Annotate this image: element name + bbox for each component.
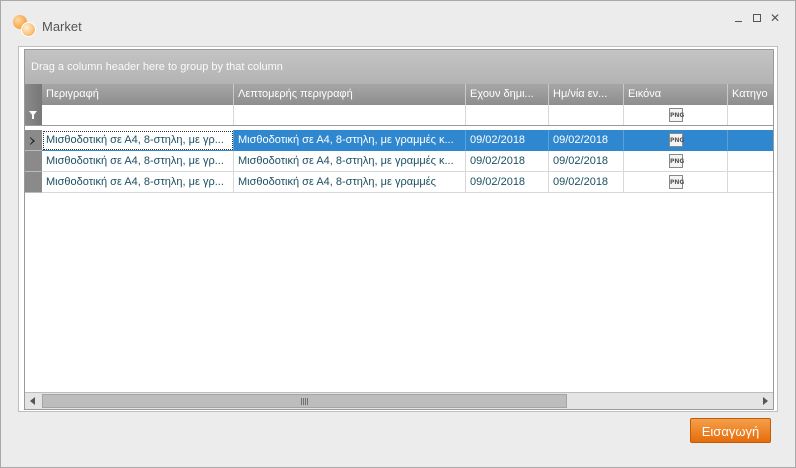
window-title: Market xyxy=(42,19,82,34)
cell-image[interactable]: PNG xyxy=(624,151,728,172)
column-header-category[interactable]: Κατηγο xyxy=(728,84,773,105)
cell-created[interactable]: 09/02/2018 xyxy=(466,151,549,172)
horizontal-scrollbar[interactable] xyxy=(25,392,773,409)
column-header-image[interactable]: Εικόνα xyxy=(624,84,728,105)
current-row-arrow-icon xyxy=(30,137,35,145)
row-indicator[interactable] xyxy=(25,130,42,151)
cell-created[interactable]: 09/02/2018 xyxy=(466,130,549,151)
filter-indicator xyxy=(25,105,42,125)
cell-detailed-description[interactable]: Μισθοδοτική σε Α4, 8-στηλη, με γραμμές κ… xyxy=(234,151,466,172)
filter-cell-detailed-description[interactable] xyxy=(234,105,466,125)
cell-created[interactable]: 09/02/2018 xyxy=(466,172,549,193)
cell-detailed-description[interactable]: Μισθοδοτική σε Α4, 8-στηλη, με γραμμές κ… xyxy=(234,130,466,151)
arrow-right-icon xyxy=(763,397,768,405)
filter-row: PNG xyxy=(25,105,773,126)
minimize-icon[interactable] xyxy=(731,10,747,26)
cell-date[interactable]: 09/02/2018 xyxy=(549,130,624,151)
row-indicator[interactable] xyxy=(25,151,42,172)
filter-funnel-icon[interactable] xyxy=(29,111,37,119)
table-row[interactable]: Μισθοδοτική σε Α4, 8-στηλη, με γρ... Μισ… xyxy=(25,130,773,151)
png-image-icon: PNG xyxy=(669,133,684,147)
group-by-panel[interactable]: Drag a column header here to group by th… xyxy=(25,50,773,84)
filter-cell-description[interactable] xyxy=(42,105,234,125)
cell-description[interactable]: Μισθοδοτική σε Α4, 8-στηλη, με γρ... xyxy=(42,172,234,193)
scroll-right-button[interactable] xyxy=(756,393,773,409)
cell-category[interactable] xyxy=(728,172,773,193)
arrow-left-icon xyxy=(30,397,35,405)
insert-button[interactable]: Εισαγωγή xyxy=(690,418,771,443)
cell-image[interactable]: PNG xyxy=(624,172,728,193)
data-grid: Drag a column header here to group by th… xyxy=(24,49,774,410)
filter-cell-date[interactable] xyxy=(549,105,624,125)
market-logo-icon xyxy=(13,15,37,37)
table-row[interactable]: Μισθοδοτική σε Α4, 8-στηλη, με γρ... Μισ… xyxy=(25,151,773,172)
close-icon[interactable]: ✕ xyxy=(767,10,783,26)
grid-header: Περιγραφή Λεπτομερής περιγραφή Εχουν δημ… xyxy=(25,84,773,105)
png-image-icon: PNG xyxy=(669,108,684,122)
filter-cell-image[interactable]: PNG xyxy=(624,105,728,125)
filter-cell-created[interactable] xyxy=(466,105,549,125)
cell-date[interactable]: 09/02/2018 xyxy=(549,172,624,193)
maximize-icon[interactable] xyxy=(749,10,765,26)
cell-category[interactable] xyxy=(728,130,773,151)
cell-category[interactable] xyxy=(728,151,773,172)
column-header-created[interactable]: Εχουν δημι... xyxy=(466,84,549,105)
filter-cell-category[interactable] xyxy=(728,105,773,125)
column-header-date[interactable]: Ημ/νία εν... xyxy=(549,84,624,105)
title-bar: Market ✕ xyxy=(1,1,795,47)
cell-image[interactable]: PNG xyxy=(624,130,728,151)
row-indicator[interactable] xyxy=(25,172,42,193)
grip-icon xyxy=(301,398,309,405)
png-image-icon: PNG xyxy=(669,175,684,189)
cell-date[interactable]: 09/02/2018 xyxy=(549,151,624,172)
cell-detailed-description[interactable]: Μισθοδοτική σε Α4, 8-στηλη, με γραμμές xyxy=(234,172,466,193)
column-header-detailed-description[interactable]: Λεπτομερής περιγραφή xyxy=(234,84,466,105)
png-image-icon: PNG xyxy=(669,154,684,168)
cell-description[interactable]: Μισθοδοτική σε Α4, 8-στηλη, με γρ... xyxy=(42,130,234,151)
scrollbar-thumb[interactable] xyxy=(42,394,567,408)
scroll-left-button[interactable] xyxy=(25,393,42,409)
header-indicator xyxy=(25,84,42,105)
group-panel-hint: Drag a column header here to group by th… xyxy=(31,61,283,73)
column-header-description[interactable]: Περιγραφή xyxy=(42,84,234,105)
table-row[interactable]: Μισθοδοτική σε Α4, 8-στηλη, με γρ... Μισ… xyxy=(25,172,773,193)
cell-description[interactable]: Μισθοδοτική σε Α4, 8-στηλη, με γρ... xyxy=(42,151,234,172)
